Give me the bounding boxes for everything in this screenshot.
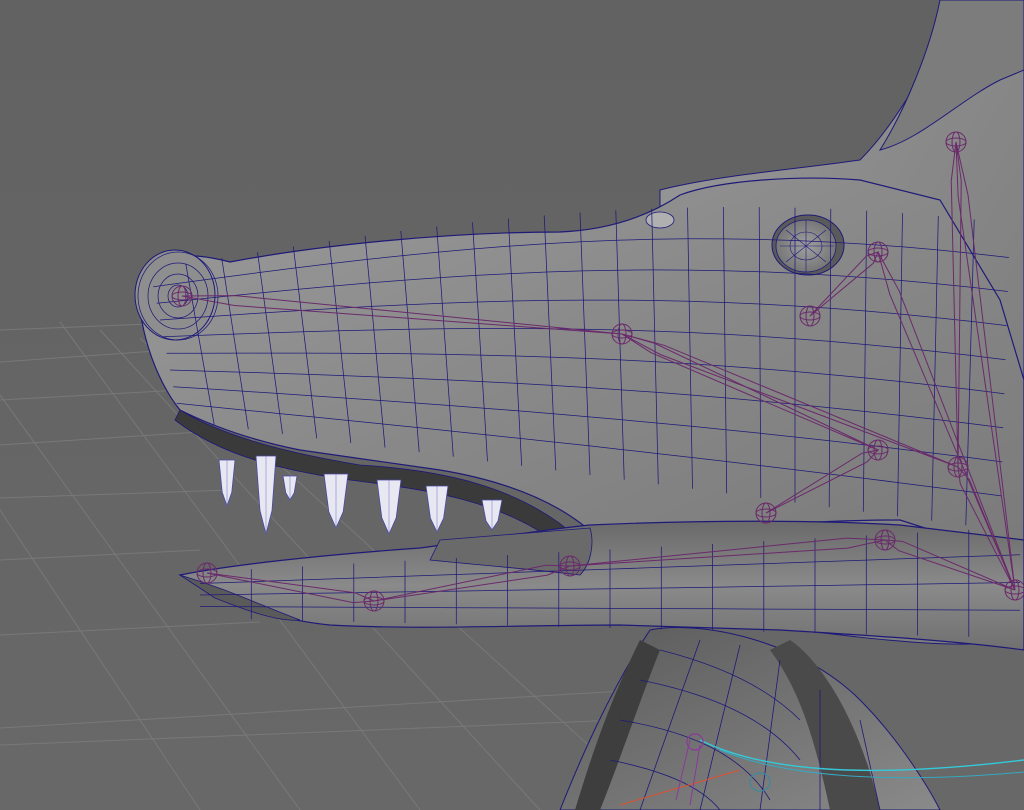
viewport-canvas[interactable] (0, 0, 1024, 810)
brow-bump (645, 211, 675, 229)
3d-viewport[interactable] (0, 0, 1024, 810)
eye-socket[interactable] (771, 214, 845, 276)
